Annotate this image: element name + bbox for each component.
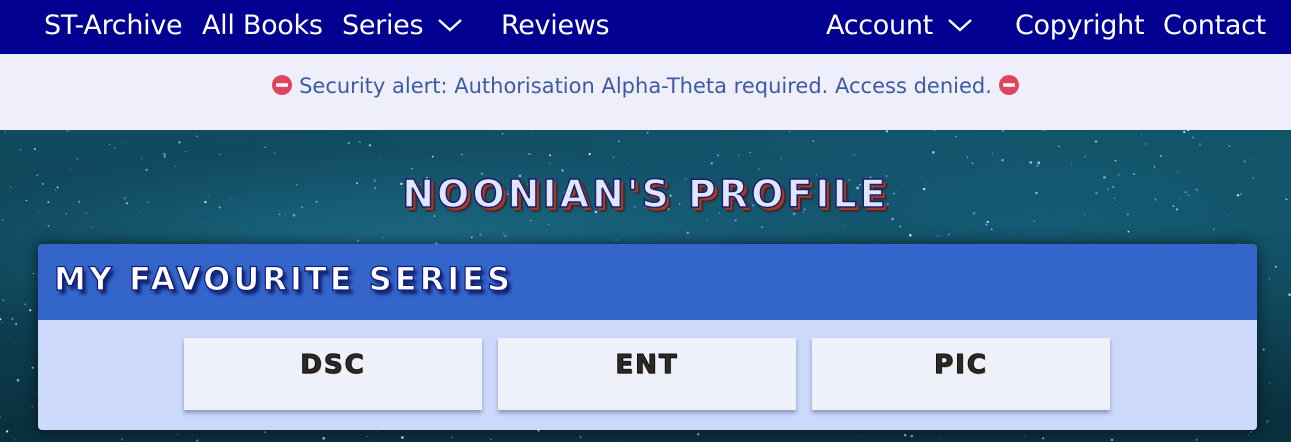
account-dropdown[interactable]: Account xyxy=(826,0,973,54)
series-button-dsc[interactable]: DSC xyxy=(184,338,482,410)
series-label: Series xyxy=(342,10,424,41)
series-button-ent[interactable]: ENT xyxy=(498,338,796,410)
chevron-down-icon xyxy=(438,18,463,32)
panel-body: DSC ENT PIC xyxy=(38,320,1257,430)
series-button-label: DSC xyxy=(300,350,366,381)
reviews-link[interactable]: Reviews xyxy=(501,0,610,54)
panel-header: MY FAVOURITE SERIES xyxy=(38,244,1257,320)
profile-title: NOONIAN'S PROFILE xyxy=(402,171,889,217)
copyright-link[interactable]: Copyright xyxy=(1015,0,1145,54)
no-entry-icon xyxy=(998,75,1019,95)
favourite-series-panel: MY FAVOURITE SERIES DSC ENT PIC xyxy=(38,244,1257,430)
starfield-background: NOONIAN'S PROFILE MY FAVOURITE SERIES DS… xyxy=(0,130,1291,442)
alert-text: Security alert: Authorisation Alpha-Thet… xyxy=(299,74,992,98)
brand-link[interactable]: ST-Archive xyxy=(44,0,183,54)
contact-link[interactable]: Contact xyxy=(1163,0,1266,54)
series-button-label: ENT xyxy=(615,350,679,381)
series-button-pic[interactable]: PIC xyxy=(812,338,1110,410)
series-dropdown[interactable]: Series xyxy=(342,0,463,54)
no-entry-icon xyxy=(272,75,293,95)
panel-title: MY FAVOURITE SERIES xyxy=(53,259,514,298)
all-books-link[interactable]: All Books xyxy=(202,0,323,54)
account-label: Account xyxy=(826,10,933,41)
security-alert: Security alert: Authorisation Alpha-Thet… xyxy=(0,54,1291,131)
series-button-label: PIC xyxy=(934,350,988,381)
top-navbar: ST-Archive All Books Series Reviews Acco… xyxy=(0,0,1291,54)
chevron-down-icon xyxy=(948,18,972,32)
